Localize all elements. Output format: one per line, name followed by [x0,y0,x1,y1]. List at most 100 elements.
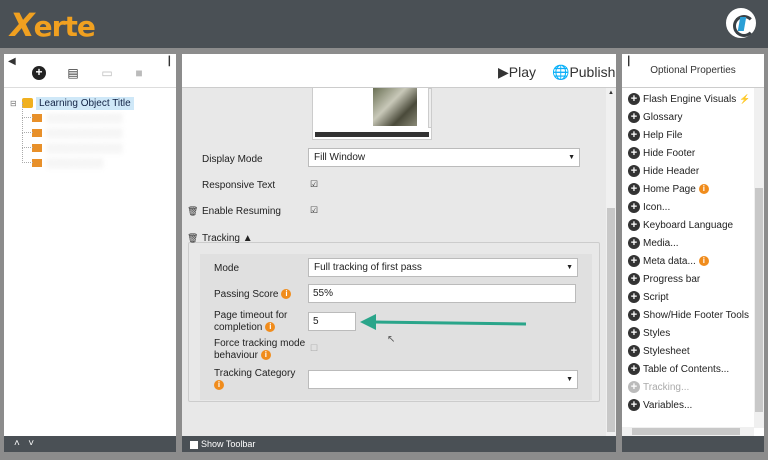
add-circle-icon[interactable]: + [628,255,640,267]
add-circle-icon[interactable]: + [628,183,640,195]
tracking-category-select[interactable]: ▼ [308,370,578,389]
preview-scrollbar[interactable] [428,88,432,128]
optional-property-item[interactable]: + Progress bar [628,270,750,288]
optional-property-item[interactable]: + Stylesheet [628,342,750,360]
optional-property-label: Script [643,291,669,303]
add-circle-icon[interactable]: + [628,219,640,231]
publish-button[interactable]: 🌐Publish [552,64,615,81]
trash-icon[interactable]: 🗑 [187,206,198,217]
add-circle-icon[interactable]: + [628,309,640,321]
tree-item-label: ░░░░░░░░░░░░ [46,142,123,153]
scrollbar-thumb[interactable] [632,428,740,435]
optional-property-label: Show/Hide Footer Tools [643,309,749,321]
force-tracking-checkbox[interactable]: ☐ [310,343,318,354]
add-circle-icon[interactable]: + [628,93,640,105]
add-circle-icon[interactable]: + [628,111,640,123]
add-circle-icon[interactable]: + [628,363,640,375]
insert-page-icon[interactable]: ▤ [66,66,80,80]
optional-property-item[interactable]: + Help File [628,126,750,144]
enable-resuming-label: Enable Resuming [202,206,281,217]
tracking-group-label[interactable]: Tracking ▲ [202,233,253,244]
optional-property-item[interactable]: + Glossary [628,108,750,126]
optional-property-item[interactable]: + Meta data... i [628,252,750,270]
page-icon [32,158,42,167]
scrollbar-thumb[interactable] [755,188,763,412]
passing-score-input[interactable]: 55% [308,284,576,303]
structure-panel: ◀ ┃ + ▤ ▭ ■ ⊟ Learning Object Title ░░░░… [4,54,176,436]
scroll-up-icon[interactable]: ▲ [608,90,614,96]
optional-property-item[interactable]: + Script [628,288,750,306]
optional-property-label: Keyboard Language [643,219,734,231]
tree-item[interactable]: ░░░░░░░░░░░░ [10,132,176,155]
optional-property-item[interactable]: + Media... [628,234,750,252]
add-page-icon[interactable]: + [32,66,46,80]
move-up-icon[interactable]: ˄ [14,438,20,449]
collapse-arrow-icon[interactable]: ◀ [8,56,16,67]
pin-icon[interactable]: ┃ [626,54,631,68]
add-circle-icon[interactable]: + [628,327,640,339]
optional-property-item[interactable]: + Icon... [628,198,750,216]
page-icon [32,113,42,122]
add-circle-icon[interactable]: + [628,273,640,285]
chevron-down-icon: ▼ [568,154,575,161]
optional-property-item[interactable]: + Show/Hide Footer Tools [628,306,750,324]
brand-logo-icon[interactable] [726,8,756,38]
page-timeout-input[interactable]: 5 [308,312,356,331]
info-icon[interactable]: i [214,380,224,391]
optional-property-item[interactable]: + Home Page i [628,180,750,198]
add-circle-icon[interactable]: + [628,291,640,303]
responsive-text-checkbox[interactable]: ☑ [310,179,318,190]
optional-property-label: Media... [643,237,679,249]
optional-property-item[interactable]: + Table of Contents... [628,360,750,378]
duplicate-page-icon[interactable]: ▭ [100,66,114,80]
play-button[interactable]: ▶Play [498,64,536,81]
scrollbar-thumb[interactable] [607,208,615,432]
tree-item[interactable]: ░░░░░░░░░░░░ [10,102,176,125]
info-icon[interactable]: i [260,350,271,361]
info-icon[interactable]: i [281,289,292,300]
add-circle-icon[interactable]: + [628,147,640,159]
add-circle-icon[interactable]: + [628,129,640,141]
move-down-icon[interactable]: ˅ [28,438,34,449]
optional-property-label: Hide Footer [643,147,696,159]
add-circle-icon[interactable]: + [628,165,640,177]
info-icon[interactable]: i [698,184,709,194]
optional-property-item[interactable]: + Hide Header [628,162,750,180]
display-mode-value: Fill Window [314,152,366,163]
info-icon[interactable]: i [265,322,276,333]
tree-item[interactable]: ░░░░░░░░░░░░ [10,117,176,140]
add-circle-icon[interactable]: + [628,345,640,357]
pin-icon[interactable]: ┃ [167,56,172,67]
add-circle-icon[interactable]: + [628,237,640,249]
trash-icon[interactable]: 🗑 [187,233,198,244]
mode-select[interactable]: Full tracking of first pass ▼ [308,258,578,277]
optional-property-item[interactable]: + Styles [628,324,750,342]
info-icon[interactable]: i [698,256,709,266]
collapse-tree-icon[interactable]: ⊟ [10,99,22,108]
tree-item[interactable]: ░░░░░░░░░ [10,147,176,170]
optional-properties-scrollbar[interactable] [754,88,764,428]
add-circle-icon[interactable]: + [628,399,640,411]
enable-resuming-checkbox[interactable]: ☑ [310,205,318,216]
top-bar: Xerte [0,0,768,48]
show-toolbar-label: Show Toolbar [201,439,256,449]
optional-property-item[interactable]: + Hide Footer [628,144,750,162]
tree-root-label[interactable]: Learning Object Title [36,96,134,110]
show-toolbar-checkbox[interactable] [190,440,198,449]
add-circle-icon[interactable]: + [628,201,640,213]
optional-property-label: Help File [643,129,683,141]
tree-root[interactable]: ⊟ Learning Object Title [10,96,176,110]
chevron-down-icon: ▼ [566,264,573,271]
optional-property-item[interactable]: + Variables... [628,396,750,414]
delete-page-icon[interactable]: ■ [132,66,146,80]
optional-properties-hscrollbar[interactable] [622,427,754,436]
page-tree: ⊟ Learning Object Title ░░░░░░░░░░░░ ░░░… [4,88,176,170]
optional-property-label: Tracking... [643,381,690,393]
display-mode-select[interactable]: Fill Window ▼ [308,148,580,167]
properties-panel: ▶Play 🌐Publish Display Mode Fill Window … [182,54,616,436]
optional-property-item[interactable]: + Keyboard Language [628,216,750,234]
play-label: Play [508,64,537,80]
optional-property-item[interactable]: + Flash Engine Visuals ⚡ [628,90,750,108]
properties-scrollbar[interactable]: ▲ [606,88,616,436]
optional-property-label: Glossary [643,111,683,123]
